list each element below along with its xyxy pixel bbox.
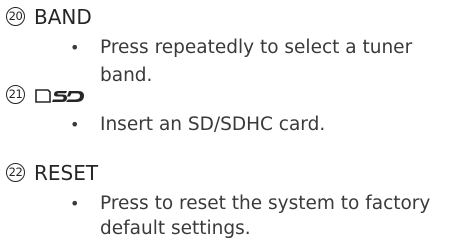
item-number-badge: 20 — [6, 7, 25, 26]
item-number-badge: 22 — [6, 163, 25, 182]
item-description: Insert an SD/SDHC card. — [100, 114, 326, 135]
item-description-line-2: default settings. — [100, 218, 251, 239]
item-heading: RESET — [34, 161, 99, 185]
item-description-line-1: Press to reset the system to factory — [100, 193, 431, 214]
item-description: Press repeatedly to select a tuner band. — [100, 37, 413, 86]
bullet: • — [70, 38, 80, 57]
bullet: • — [70, 115, 80, 134]
sd-card-logo-icon — [35, 89, 84, 103]
item-heading: BAND — [34, 5, 92, 29]
item-number-badge: 21 — [6, 85, 25, 104]
bullet: • — [70, 194, 80, 213]
